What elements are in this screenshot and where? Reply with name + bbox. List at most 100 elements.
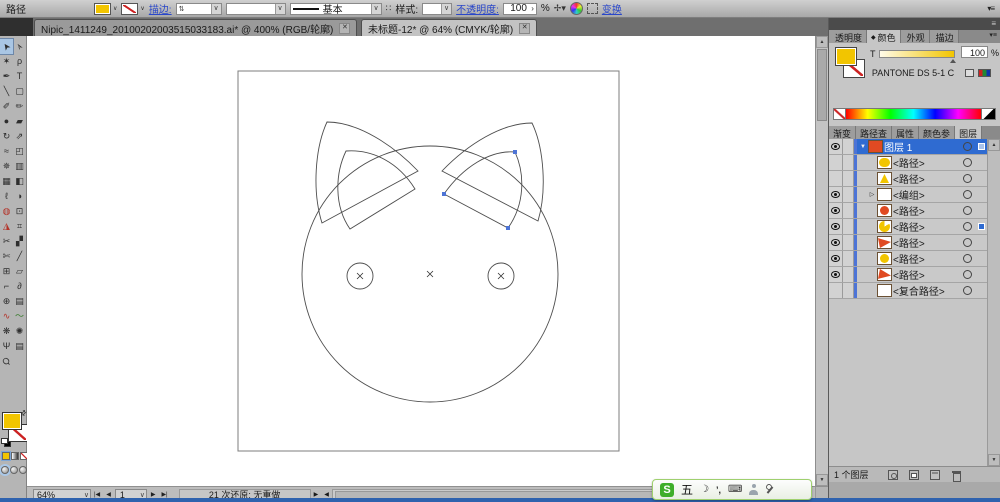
gradient-button[interactable] <box>11 452 19 460</box>
wrinkle-tool[interactable]: 〜 <box>13 309 26 324</box>
target-circle-icon[interactable] <box>963 190 972 199</box>
warp-tool[interactable]: ≈ <box>0 144 13 159</box>
layer-thumbnail[interactable] <box>877 252 892 265</box>
layer-thumbnail[interactable] <box>877 284 892 297</box>
new-sublayer-icon[interactable] <box>908 469 919 480</box>
layer-thumbnail[interactable] <box>877 188 892 201</box>
scroll-down-icon[interactable]: ▼ <box>816 474 828 486</box>
tab-color[interactable]: ◆ 颜色 <box>867 30 901 43</box>
visibility-toggle[interactable] <box>829 251 843 266</box>
column-graph-tool[interactable]: ▥ <box>13 159 26 174</box>
visibility-toggle[interactable] <box>829 187 843 202</box>
dock-menu-icon[interactable]: ≡ <box>991 19 996 28</box>
scroll-up-icon[interactable]: ▲ <box>988 139 1000 151</box>
stroke-weight-select[interactable]: ⇅ <box>175 2 222 15</box>
layer-row-main[interactable]: <路径> <box>857 155 987 170</box>
tint-slider[interactable] <box>879 50 955 58</box>
stepper-icon[interactable]: ⇅ <box>179 5 185 13</box>
document-tab-nipic[interactable]: Nipic_1411249_20100202003515033183.ai* @… <box>34 19 358 36</box>
target-circle-icon[interactable] <box>963 286 972 295</box>
visibility-toggle[interactable] <box>829 155 843 170</box>
layer-row-main[interactable]: <路径> <box>857 235 987 250</box>
type-tool[interactable]: T <box>13 69 26 84</box>
soft-keyboard-icon[interactable]: ⌨ <box>728 484 742 495</box>
lock-toggle[interactable] <box>843 187 854 202</box>
live-paint-selection-tool[interactable]: ⊡ <box>13 204 26 219</box>
polar-grid-tool[interactable]: ⊕ <box>0 294 13 309</box>
width-tool[interactable]: ∿ <box>0 309 13 324</box>
layer-row-compound-path[interactable]: <复合路径> <box>829 283 987 299</box>
transform-link[interactable]: 变换 <box>602 1 622 16</box>
layer-thumbnail[interactable] <box>877 268 892 281</box>
mesh-tool[interactable]: ▦ <box>0 174 13 189</box>
scroll-up-icon[interactable]: ▲ <box>816 36 828 48</box>
layer-row-path[interactable]: <路径> <box>829 171 987 187</box>
print-tiling-tool[interactable]: ▤ <box>13 339 26 354</box>
tint-slider-handle[interactable] <box>950 59 956 63</box>
delete-layer-icon[interactable] <box>951 470 962 482</box>
anchor-point[interactable] <box>506 226 510 230</box>
slice-tool[interactable]: ✂ <box>0 234 13 249</box>
tab-stroke[interactable]: 描边 <box>929 30 959 43</box>
select-similar-icon[interactable]: ✢▾ <box>554 3 566 14</box>
target-circle-icon[interactable] <box>963 142 972 151</box>
layers-scrollbar[interactable]: ▲ ▼ <box>987 139 1000 466</box>
layer-row-main[interactable]: <复合路径> <box>857 283 987 298</box>
visibility-toggle[interactable] <box>829 219 843 234</box>
layer-label[interactable]: <编组> <box>893 187 925 202</box>
layer-thumbnail[interactable] <box>877 172 892 185</box>
layer-thumbnail[interactable] <box>877 156 892 169</box>
new-layer-icon[interactable] <box>929 469 940 480</box>
layer-label[interactable]: <路径> <box>893 251 925 266</box>
draw-normal-button[interactable] <box>1 466 9 474</box>
sogou-logo-icon[interactable]: S <box>660 482 674 497</box>
visibility-toggle[interactable] <box>829 235 843 250</box>
lock-toggle[interactable] <box>843 155 854 170</box>
vertical-scrollbar[interactable]: ▲ ▼ <box>815 36 828 486</box>
page-tool[interactable]: ▱ <box>13 264 26 279</box>
target-circle-icon[interactable] <box>963 206 972 215</box>
eraser-tool[interactable]: ▰ <box>13 114 26 129</box>
knife-tool[interactable]: ╱ <box>13 249 26 264</box>
pen-tool[interactable]: ✒ <box>0 69 13 84</box>
panel-menu-icon[interactable]: ▾≡ <box>986 30 1000 43</box>
close-icon[interactable]: ✕ <box>339 22 351 34</box>
layer-row-main[interactable]: ▼ 图层 1 <box>857 139 987 154</box>
fill-color-swatch[interactable] <box>94 2 111 15</box>
layer-row-main[interactable]: <路径> <box>857 267 987 282</box>
gradient-tool[interactable]: ◧ <box>13 174 26 189</box>
user-profile-icon[interactable] <box>749 484 759 495</box>
layer-row-main[interactable]: <路径> <box>857 203 987 218</box>
target-circle-icon[interactable] <box>963 238 972 247</box>
layer-thumbnail[interactable] <box>877 204 892 217</box>
blob-brush-tool[interactable]: ● <box>0 114 13 129</box>
layer-label[interactable]: <路径> <box>893 267 925 282</box>
layer-row-main[interactable]: ▷ <编组> <box>857 187 987 202</box>
style-select[interactable] <box>422 2 453 15</box>
tint-value-input[interactable]: 100 <box>961 46 988 58</box>
layer-label[interactable]: <路径> <box>893 171 925 186</box>
settings-wrench-icon[interactable] <box>765 484 775 495</box>
anchor-point[interactable] <box>513 150 517 154</box>
fill-swatch[interactable] <box>2 412 22 430</box>
zoom-tool[interactable]: Ϙ <box>0 354 13 369</box>
target-circle-icon[interactable] <box>963 222 972 231</box>
vertical-scroll-thumb[interactable] <box>817 49 827 121</box>
visibility-toggle[interactable] <box>829 203 843 218</box>
lock-toggle[interactable] <box>843 251 854 266</box>
tab-appearance[interactable]: 外观 <box>900 30 930 43</box>
scale-tool[interactable]: ⇗ <box>13 129 26 144</box>
fill-dropdown-icon[interactable]: ∨ <box>113 5 117 12</box>
hscroll-left-icon[interactable]: ◀ <box>321 491 332 498</box>
layer-row-path[interactable]: <路径> <box>829 251 987 267</box>
draw-behind-button[interactable] <box>10 466 18 474</box>
layer-label[interactable]: 图层 1 <box>884 139 912 154</box>
magic-wand-tool[interactable]: ✶ <box>0 54 13 69</box>
layer-row-group[interactable]: ▷ <编组> <box>829 187 987 203</box>
lock-toggle[interactable] <box>843 203 854 218</box>
layer-thumbnail[interactable] <box>877 236 892 249</box>
live-paint-bucket-tool[interactable]: ◍ <box>0 204 13 219</box>
document-tab-untitled[interactable]: 未标题-12* @ 64% (CMYK/轮廓) ✕ <box>361 19 538 36</box>
tab-gradient[interactable]: 渐变 <box>829 126 857 139</box>
scroll-down-icon[interactable]: ▼ <box>988 454 1000 466</box>
